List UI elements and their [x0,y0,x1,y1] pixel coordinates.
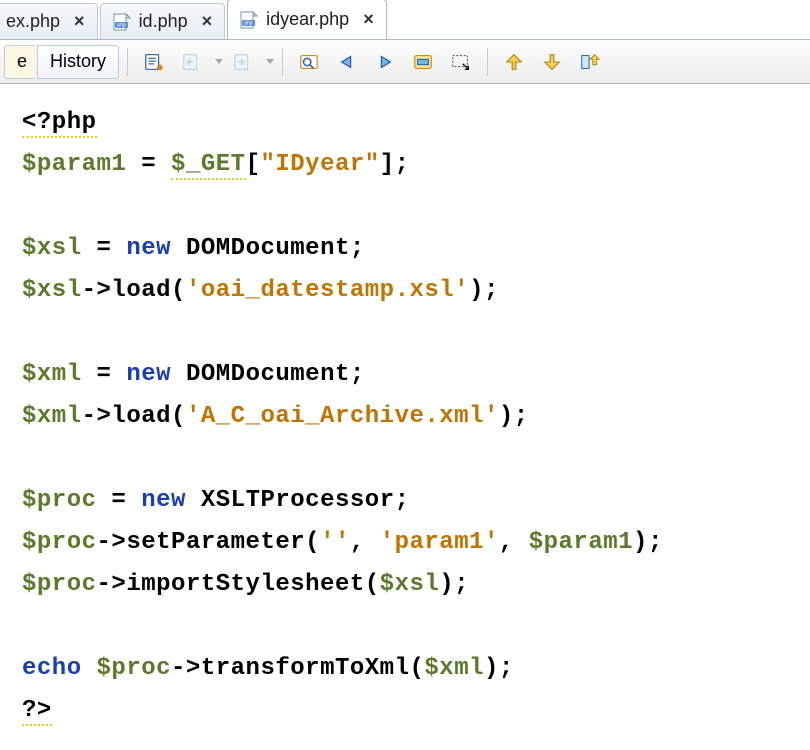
code-token: $xsl [22,277,82,304]
close-icon[interactable]: × [363,9,374,30]
code-token: $xsl [22,235,82,262]
code-token: 'param1' [380,529,499,556]
code-token: $param1 [529,529,633,556]
toggle-highlight-button[interactable] [405,44,441,80]
tab-ex-php[interactable]: ex.php × [0,3,98,39]
code-token: 'A_C_oai_Archive.xml' [186,403,499,430]
tab-idyear-php[interactable]: php idyear.php × [227,0,387,39]
code-token: $proc [22,487,97,514]
code-token: transformToXml [201,655,410,682]
code-editor[interactable]: <?php $param1 = $_GET["IDyear"]; $xsl = … [0,84,810,750]
tab-id-php[interactable]: php id.php × [100,3,226,39]
code-token: $xml [22,403,82,430]
code-token: $param1 [22,151,126,178]
nav-back-button[interactable] [174,44,210,80]
code-token: setParameter [126,529,305,556]
code-token: $_GET [171,151,246,180]
tab-bar: ex.php × php id.php × php idyear.php × [0,0,810,40]
code-token: '' [320,529,350,556]
code-token: load [111,277,171,304]
code-token: DOMDocument [186,361,350,388]
separator [487,48,488,76]
previous-bookmark-button[interactable] [496,44,532,80]
code-token: $proc [22,529,97,556]
code-token: new [126,235,171,262]
view-source-tab[interactable]: e [4,45,35,79]
next-bookmark-button[interactable] [534,44,570,80]
separator [282,48,283,76]
code-token: 'oai_datestamp.xsl' [186,277,469,304]
tab-label: ex.php [6,11,60,32]
close-icon[interactable]: × [202,11,213,32]
code-token: new [141,487,186,514]
code-token: $xml [22,361,82,388]
separator [127,48,128,76]
tab-label: idyear.php [266,9,349,30]
view-history-tab[interactable]: History [37,45,119,79]
find-previous-button[interactable] [329,44,365,80]
code-token: $proc [97,655,172,682]
code-token: echo [22,655,82,682]
code-token: load [111,403,171,430]
code-token: "IDyear" [260,151,379,178]
svg-text:php: php [244,20,253,26]
last-edit-location-button[interactable] [136,44,172,80]
code-token: $xsl [380,571,440,598]
find-selection-button[interactable] [291,44,327,80]
find-next-button[interactable] [367,44,403,80]
chevron-down-icon[interactable] [215,59,223,64]
tab-label: id.php [139,11,188,32]
svg-text:php: php [117,22,126,28]
code-token: new [126,361,171,388]
code-token: $xml [424,655,484,682]
code-token: <?php [22,109,97,138]
code-token: DOMDocument [186,235,350,262]
code-token: $proc [22,571,97,598]
code-token: ?> [22,697,52,726]
code-token: XSLTProcessor [201,487,395,514]
toggle-bookmark-button[interactable] [572,44,608,80]
php-file-icon: php [240,11,258,29]
code-token: importStylesheet [126,571,364,598]
toolbar: e History [0,40,810,84]
rectangular-selection-button[interactable] [443,44,479,80]
php-file-icon: php [113,13,131,31]
chevron-down-icon[interactable] [266,59,274,64]
nav-forward-button[interactable] [225,44,261,80]
close-icon[interactable]: × [74,11,85,32]
